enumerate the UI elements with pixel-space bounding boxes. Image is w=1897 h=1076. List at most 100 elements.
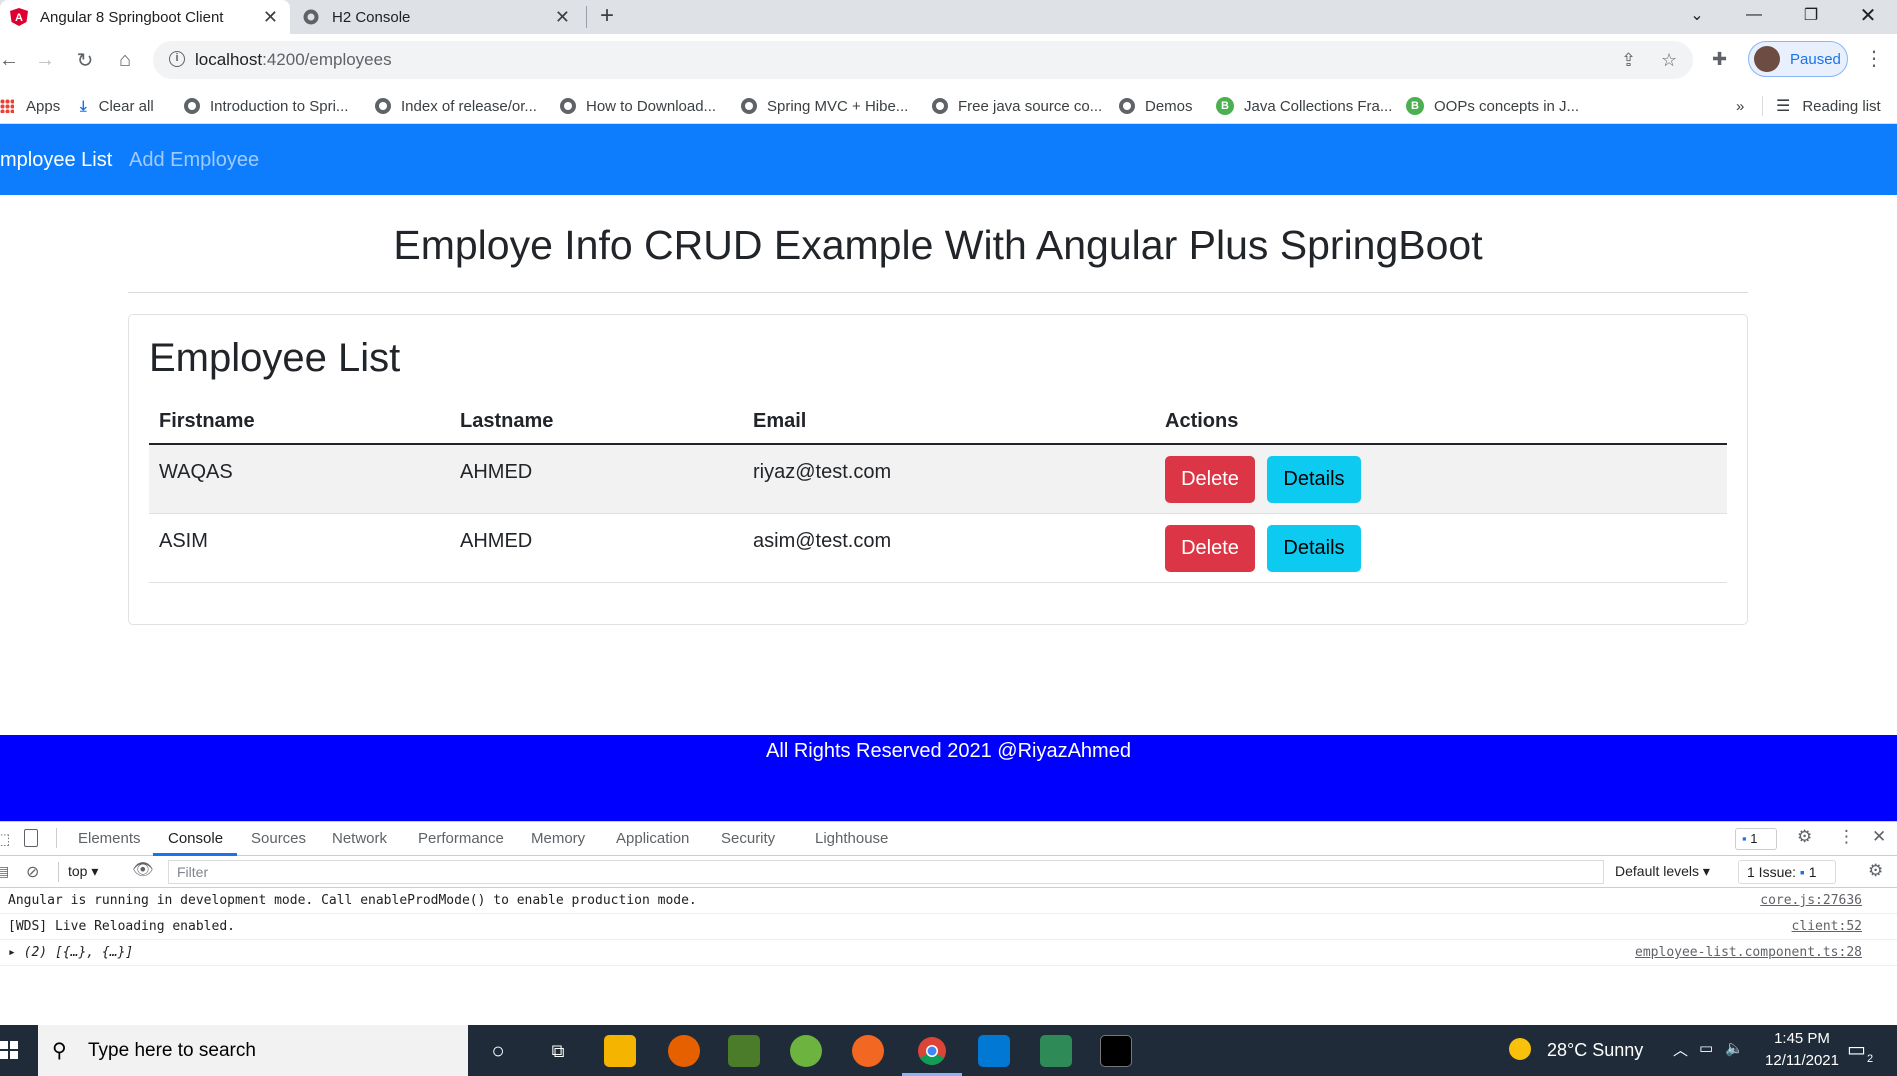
clock-time[interactable]: 1:45 PM	[1762, 1030, 1842, 1047]
bookmark-item[interactable]: Spring MVC + Hibe...	[741, 88, 908, 124]
home-icon[interactable]: ⌂	[110, 45, 140, 75]
cell-firstname: WAQAS	[159, 461, 233, 483]
context-select[interactable]: top ▾	[68, 863, 98, 880]
site-info-icon[interactable]: i	[169, 51, 185, 67]
bookmarks-overflow-icon[interactable]: »	[1736, 88, 1744, 124]
divider	[1762, 96, 1763, 116]
bookmark-item[interactable]: Index of release/or...	[375, 88, 537, 124]
globe-icon	[741, 98, 757, 114]
devtools-tab-lighthouse[interactable]: Lighthouse	[815, 830, 888, 847]
clear-console-icon[interactable]: ⊘	[26, 862, 39, 882]
maximize-icon[interactable]: ❐	[1784, 0, 1838, 30]
employee-table: Firstname Lastname Email Actions WAQAS A…	[149, 400, 1727, 583]
spring-tool-suite-icon[interactable]	[790, 1035, 822, 1067]
reading-list-icon: ☰	[1776, 98, 1791, 115]
cell-firstname: ASIM	[159, 530, 208, 552]
devtools-menu-icon[interactable]: ⋮	[1838, 827, 1855, 847]
app-navbar: mployee List Add Employee	[0, 124, 1897, 195]
delete-button[interactable]: Delete	[1165, 525, 1255, 572]
profile-button[interactable]: Paused	[1748, 41, 1848, 77]
volume-icon[interactable]: 🔈	[1725, 1039, 1744, 1057]
file-explorer-icon[interactable]	[604, 1035, 636, 1067]
console-message[interactable]: ▸ (2) [{…}, {…}] employee-list.component…	[0, 940, 1897, 966]
back-icon[interactable]: ←	[0, 45, 24, 75]
vscode-icon[interactable]	[978, 1035, 1010, 1067]
terminal-icon[interactable]	[1100, 1035, 1132, 1067]
address-bar[interactable]: i localhost:4200/employees ⇪ ☆	[153, 41, 1693, 79]
footer-text: All Rights Reserved 2021 @RiyazAhmed	[766, 740, 1131, 762]
bookmark-apps[interactable]: Apps	[0, 88, 60, 124]
reload-icon[interactable]: ↻	[70, 45, 100, 75]
notifications-icon[interactable]: ▭	[1847, 1037, 1866, 1062]
bookmark-item[interactable]: How to Download...	[560, 88, 716, 124]
share-icon[interactable]: ⇪	[1621, 50, 1636, 71]
close-devtools-icon[interactable]: ✕	[1872, 827, 1886, 847]
issues-button[interactable]: 1 Issue: ▪ 1	[1738, 860, 1836, 884]
nav-add-employee[interactable]: Add Employee	[129, 149, 259, 172]
app-icon[interactable]	[1040, 1035, 1072, 1067]
globe-icon	[932, 98, 948, 114]
globe-icon	[184, 98, 200, 114]
bookmark-star-icon[interactable]: ☆	[1661, 50, 1677, 71]
device-toolbar-icon[interactable]	[24, 829, 38, 847]
bookmark-item[interactable]: B Java Collections Fra...	[1216, 88, 1392, 124]
postman-icon[interactable]	[852, 1035, 884, 1067]
devtools-tab-sources[interactable]: Sources	[251, 830, 306, 847]
devtools-tab-console[interactable]: Console	[168, 830, 223, 847]
menu-kebab-icon[interactable]: ⋮	[1864, 46, 1884, 71]
reading-list-button[interactable]: ☰ Reading list	[1776, 88, 1881, 124]
devtools-tab-elements[interactable]: Elements	[78, 830, 141, 847]
tab-search-icon[interactable]: ⌄	[1670, 0, 1724, 30]
nav-employee-list[interactable]: mployee List	[0, 149, 112, 172]
weather-text[interactable]: 28°C Sunny	[1547, 1040, 1643, 1061]
details-button[interactable]: Details	[1267, 456, 1361, 503]
settings-gear-icon[interactable]: ⚙	[1797, 827, 1812, 847]
bookmark-item[interactable]: Demos	[1119, 88, 1193, 124]
extensions-icon[interactable]: ✚	[1712, 49, 1727, 70]
source-link[interactable]: employee-list.component.ts:28	[1635, 945, 1862, 960]
bookmark-item[interactable]: Introduction to Spri...	[184, 88, 348, 124]
notepad-plus-icon[interactable]	[728, 1035, 760, 1067]
cortana-icon[interactable]: ○	[482, 1035, 514, 1067]
cell-email: asim@test.com	[753, 530, 892, 552]
new-tab-icon[interactable]: +	[600, 2, 614, 30]
console-message: [WDS] Live Reloading enabled. client:52	[0, 914, 1897, 940]
forward-icon[interactable]: →	[30, 45, 60, 75]
delete-button[interactable]: Delete	[1165, 456, 1255, 503]
firefox-icon[interactable]	[668, 1035, 700, 1067]
eye-icon[interactable]: 👁	[132, 860, 154, 880]
chrome-icon[interactable]	[902, 1035, 962, 1076]
battery-icon[interactable]: ▭	[1699, 1039, 1713, 1057]
inspect-icon[interactable]: ⬚	[0, 830, 10, 848]
chevron-up-icon[interactable]: ︿	[1673, 1039, 1688, 1060]
bookmark-clear-all[interactable]: ⤓ Clear all	[80, 88, 154, 124]
console-settings-icon[interactable]: ⚙	[1868, 861, 1883, 881]
taskbar-search[interactable]: ⚲ Type here to search	[38, 1025, 468, 1076]
log-levels-select[interactable]: Default levels ▾	[1615, 863, 1710, 880]
close-tab-icon[interactable]: ✕	[263, 7, 278, 28]
windows-start-icon[interactable]	[0, 1041, 18, 1059]
bookmark-item[interactable]: B OOPs concepts in J...	[1406, 88, 1579, 124]
tab-h2-console[interactable]: H2 Console ✕	[292, 0, 582, 34]
devtools-tab-network[interactable]: Network	[332, 830, 387, 847]
details-button[interactable]: Details	[1267, 525, 1361, 572]
window-close-icon[interactable]: ✕	[1841, 0, 1895, 30]
devtools-tab-application[interactable]: Application	[616, 830, 689, 847]
tab-angular-client[interactable]: A Angular 8 Springboot Client ✕	[0, 0, 290, 34]
messages-badge[interactable]: ▪ 1	[1735, 828, 1777, 850]
clock-date[interactable]: 12/11/2021	[1762, 1052, 1842, 1069]
devtools-tab-security[interactable]: Security	[721, 830, 775, 847]
console-filter-input[interactable]: Filter	[168, 860, 1604, 884]
expand-arrow-icon[interactable]: ▸	[8, 945, 16, 960]
source-link[interactable]: core.js:27636	[1760, 893, 1862, 908]
task-view-icon[interactable]: ⧉	[542, 1035, 574, 1067]
devtools-tab-performance[interactable]: Performance	[418, 830, 504, 847]
minimize-icon[interactable]: —	[1727, 0, 1781, 30]
source-link[interactable]: client:52	[1792, 919, 1862, 934]
close-tab-icon[interactable]: ✕	[555, 7, 570, 28]
bookmark-item[interactable]: Free java source co...	[932, 88, 1102, 124]
sidebar-toggle-icon[interactable]: ▤	[0, 863, 9, 880]
b-icon: B	[1406, 97, 1424, 115]
devtools-tab-memory[interactable]: Memory	[531, 830, 585, 847]
url-text[interactable]: localhost:4200/employees	[195, 50, 392, 70]
